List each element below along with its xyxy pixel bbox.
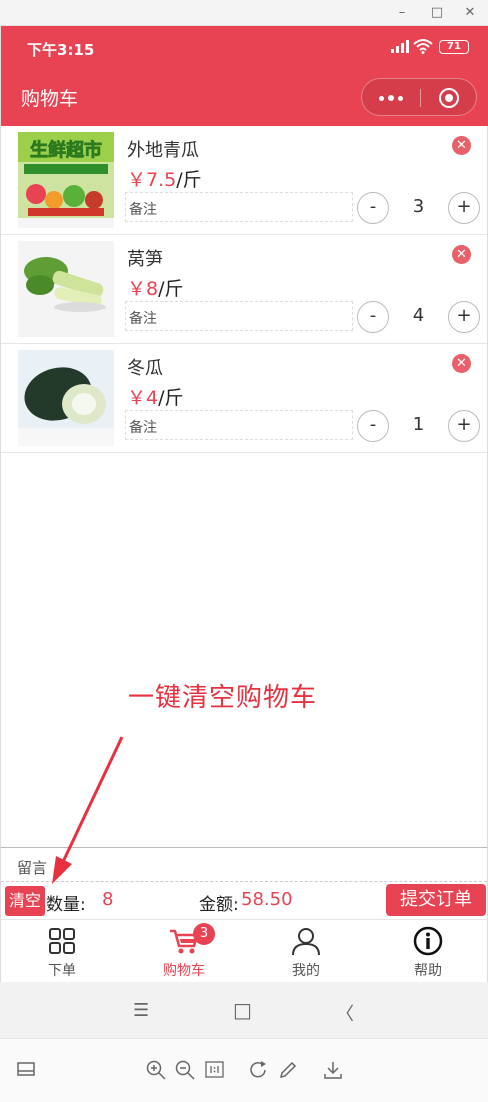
- wifi-icon: [413, 39, 433, 54]
- edit-icon[interactable]: [277, 1059, 299, 1081]
- product-price: ￥7.5/斤: [127, 165, 202, 192]
- product-name: 冬瓜: [127, 358, 163, 379]
- price-value: ￥8: [127, 278, 159, 300]
- increase-qty-button[interactable]: +: [448, 192, 480, 224]
- status-time: 下午3:15: [27, 41, 95, 59]
- target-icon-dot: [445, 94, 453, 102]
- note-input[interactable]: 备注: [125, 192, 353, 222]
- tab-label: 下单: [48, 963, 76, 979]
- quantity-label: 数量:: [46, 895, 86, 915]
- product-price: ￥4/斤: [127, 383, 184, 410]
- signal-icon: [391, 40, 409, 53]
- phone-screen: 下午3:15 71 购物车 生鲜超市 外地青瓜 ￥7.5/斤 备注 ✕ - 3 …: [0, 26, 488, 982]
- battery-icon: 71: [439, 40, 469, 54]
- item-quantity: 3: [412, 196, 425, 217]
- android-nav-bar: ☰ □ 〈: [0, 982, 488, 1038]
- submit-order-button[interactable]: 提交订单: [386, 884, 486, 916]
- cart-badge: 3: [193, 923, 215, 945]
- back-icon[interactable]: 〈: [336, 1000, 354, 1026]
- tab-bar: 下单 3 购物车 我的 帮助: [1, 919, 487, 982]
- price-value: ￥4: [127, 387, 159, 409]
- product-name: 外地青瓜: [127, 140, 199, 161]
- annotation-text: 一键清空购物车: [128, 683, 318, 713]
- tab-mine[interactable]: 我的: [245, 920, 367, 983]
- zoom-in-icon[interactable]: [145, 1059, 167, 1081]
- user-icon: [292, 928, 320, 956]
- menu-icon[interactable]: ☰: [133, 1000, 149, 1021]
- decrease-qty-button[interactable]: -: [357, 301, 389, 333]
- layout-icon[interactable]: [16, 1059, 38, 1081]
- minimize-button[interactable]: –: [388, 0, 416, 26]
- product-price: ￥8/斤: [127, 274, 184, 301]
- page-title: 购物车: [21, 88, 79, 110]
- viewer-toolbar: [0, 1038, 488, 1102]
- more-dot-icon: [398, 96, 403, 101]
- amount-total: 58.50: [241, 889, 293, 910]
- message-field[interactable]: 留言: [1, 847, 487, 882]
- price-unit: /斤: [158, 278, 184, 300]
- product-image: [18, 350, 114, 446]
- info-icon: [413, 926, 443, 956]
- more-dot-icon: [379, 96, 384, 101]
- cart-item: 生鲜超市 外地青瓜 ￥7.5/斤 备注 ✕ - 3 +: [1, 126, 487, 235]
- cart-summary-bar: 清空 数量: 8 金额: 58.50 提交订单: [1, 882, 487, 919]
- amount-label: 金额:: [199, 895, 239, 915]
- product-image: 生鲜超市: [18, 132, 114, 228]
- zoom-out-icon[interactable]: [174, 1059, 196, 1081]
- increase-qty-button[interactable]: +: [448, 410, 480, 442]
- menu-capsule: [361, 78, 477, 116]
- note-input[interactable]: 备注: [125, 301, 353, 331]
- product-image-text: 生鲜超市: [30, 139, 102, 161]
- more-dot-icon: [388, 95, 394, 101]
- price-unit: /斤: [158, 387, 184, 409]
- tab-label: 购物车: [163, 963, 205, 979]
- price-unit: /斤: [176, 169, 202, 191]
- decrease-qty-button[interactable]: -: [357, 192, 389, 224]
- tab-help[interactable]: 帮助: [367, 920, 488, 983]
- item-quantity: 1: [412, 414, 425, 435]
- tab-label: 我的: [292, 963, 320, 979]
- item-quantity: 4: [412, 305, 425, 326]
- price-value: ￥7.5: [127, 169, 177, 191]
- quantity-total: 8: [102, 889, 114, 910]
- download-icon[interactable]: [322, 1059, 344, 1081]
- rotate-icon[interactable]: [248, 1059, 270, 1081]
- status-bar: 下午3:15 71: [1, 26, 488, 70]
- cart-item: 莴笋 ￥8/斤 备注 ✕ - 4 +: [1, 235, 487, 344]
- maximize-button[interactable]: □: [423, 0, 451, 26]
- grid-icon: [49, 928, 75, 954]
- note-input[interactable]: 备注: [125, 410, 353, 440]
- product-name: 莴笋: [127, 249, 163, 270]
- decrease-qty-button[interactable]: -: [357, 410, 389, 442]
- tab-cart[interactable]: 3 购物车: [123, 920, 245, 983]
- delete-item-button[interactable]: ✕: [452, 354, 471, 373]
- delete-item-button[interactable]: ✕: [452, 245, 471, 264]
- tab-label: 帮助: [414, 963, 442, 979]
- close-window-button[interactable]: ✕: [456, 0, 484, 26]
- increase-qty-button[interactable]: +: [448, 301, 480, 333]
- delete-item-button[interactable]: ✕: [452, 136, 471, 155]
- clear-cart-button[interactable]: 清空: [5, 886, 45, 916]
- close-miniprogram-button[interactable]: [420, 79, 478, 117]
- product-image: [18, 241, 114, 337]
- tab-order[interactable]: 下单: [1, 920, 123, 983]
- actual-size-icon[interactable]: [204, 1059, 226, 1081]
- home-icon[interactable]: □: [233, 998, 252, 1022]
- nav-bar: 购物车: [1, 70, 488, 126]
- window-titlebar: – □ ✕: [0, 0, 488, 26]
- cart-item: 冬瓜 ￥4/斤 备注 ✕ - 1 +: [1, 344, 487, 453]
- more-button[interactable]: [362, 79, 420, 117]
